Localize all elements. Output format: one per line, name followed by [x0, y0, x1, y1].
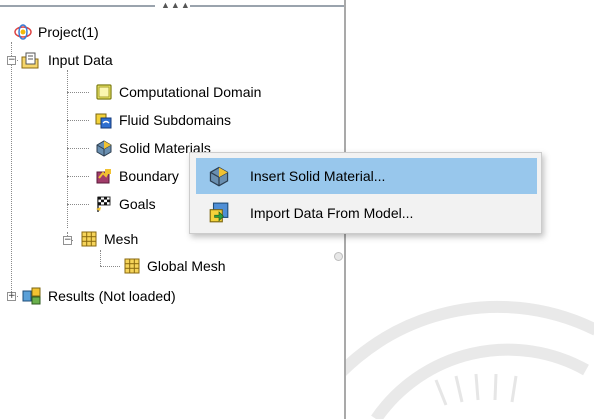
mesh-icon: [80, 230, 98, 248]
tree-node-goals[interactable]: Goals: [95, 194, 156, 214]
tree-node-project[interactable]: Project(1): [14, 22, 99, 42]
tree-node-label: Computational Domain: [119, 84, 262, 100]
context-menu: Insert Solid Material... Import Data Fro…: [189, 152, 542, 234]
panel-resize-handle[interactable]: [334, 252, 343, 261]
tree-node-input-data[interactable]: Input Data: [20, 50, 113, 70]
tree-node-mesh[interactable]: Mesh: [80, 229, 138, 249]
solid-material-icon: [95, 139, 113, 157]
tree-node-computational-domain[interactable]: Computational Domain: [95, 82, 261, 102]
tree-node-fluid-subdomains[interactable]: Fluid Subdomains: [95, 110, 231, 130]
mesh-icon: [123, 257, 141, 275]
menu-item-insert-solid-material[interactable]: Insert Solid Material...: [196, 158, 537, 194]
collapse-mesh-button[interactable]: −: [63, 236, 72, 245]
tree-node-label: Fluid Subdomains: [119, 112, 232, 128]
tree-node-label: Mesh: [104, 231, 139, 247]
expand-results-button[interactable]: +: [7, 292, 16, 301]
boundary-icon: [95, 167, 113, 185]
domain-box-icon: [95, 83, 113, 101]
results-icon: [22, 287, 41, 305]
menu-item-import-data-from-model[interactable]: Import Data From Model...: [196, 195, 537, 231]
goals-flag-icon: [95, 195, 113, 213]
tree-node-label: Boundary: [119, 168, 179, 184]
project-icon: [14, 23, 32, 41]
solid-material-icon: [208, 165, 230, 187]
tree-node-label: Input Data: [48, 52, 113, 68]
tree-node-boundary-conditions[interactable]: Boundary: [95, 166, 179, 186]
tree-node-global-mesh[interactable]: Global Mesh: [123, 256, 226, 276]
panel-splitter-grip[interactable]: ▲▲▲: [0, 0, 344, 12]
menu-item-label: Insert Solid Material...: [250, 168, 386, 184]
tree-node-results[interactable]: Results (Not loaded): [22, 286, 176, 306]
grip-dots-icon: ▲▲▲: [161, 0, 191, 10]
tree-node-label: Global Mesh: [147, 258, 226, 274]
menu-item-label: Import Data From Model...: [250, 205, 414, 221]
tree-node-label: Results (Not loaded): [48, 288, 176, 304]
tree-node-label: Project(1): [38, 24, 99, 40]
import-data-icon: [208, 202, 230, 224]
fluid-subdomain-icon: [95, 111, 113, 129]
collapse-input-data-button[interactable]: −: [7, 56, 16, 65]
tree-node-label: Goals: [119, 196, 156, 212]
folder-data-icon: [20, 51, 39, 69]
